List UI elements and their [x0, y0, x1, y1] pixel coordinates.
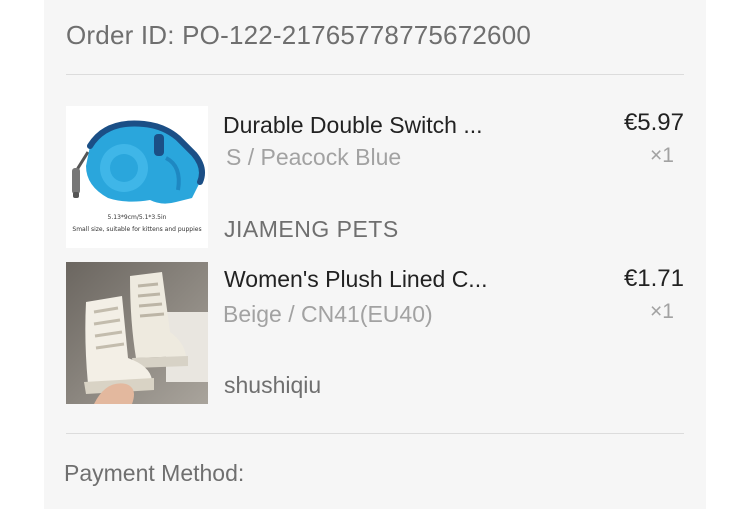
product-price: €1.71 [623, 265, 684, 292]
product-price: €5.97 [623, 109, 684, 136]
product-quantity: ×1 [650, 300, 674, 323]
product-quantity: ×1 [650, 144, 674, 167]
plush-boots-image [66, 262, 208, 404]
order-id: Order ID: PO-122-21765778775672600 [66, 20, 532, 50]
divider [66, 74, 684, 75]
image-caption: 5.13*9cm/5.1*3.5in [107, 214, 167, 221]
payment-method-label: Payment Method: [64, 460, 245, 486]
product-title[interactable]: Women's Plush Lined C... [224, 266, 487, 293]
order-card: Order ID: PO-122-21765778775672600 5.13*… [44, 0, 706, 509]
product-variant: Beige / CN41(EU40) [223, 301, 433, 327]
store-name[interactable]: JIAMENG PETS [224, 216, 399, 243]
order-item[interactable]: Women's Plush Lined C... Beige / CN41(EU… [66, 262, 684, 404]
product-image-boots[interactable] [66, 262, 208, 404]
divider [66, 433, 684, 434]
order-detail-screen: Order ID: PO-122-21765778775672600 5.13*… [0, 0, 750, 509]
store-name[interactable]: shushiqiu [224, 372, 321, 399]
product-title[interactable]: Durable Double Switch ... [223, 112, 483, 139]
product-image-leash[interactable]: 5.13*9cm/5.1*3.5in Small size, suitable … [66, 106, 208, 248]
image-caption: Small size, suitable for kittens and pup… [72, 226, 202, 233]
product-variant: S / Peacock Blue [226, 144, 402, 170]
